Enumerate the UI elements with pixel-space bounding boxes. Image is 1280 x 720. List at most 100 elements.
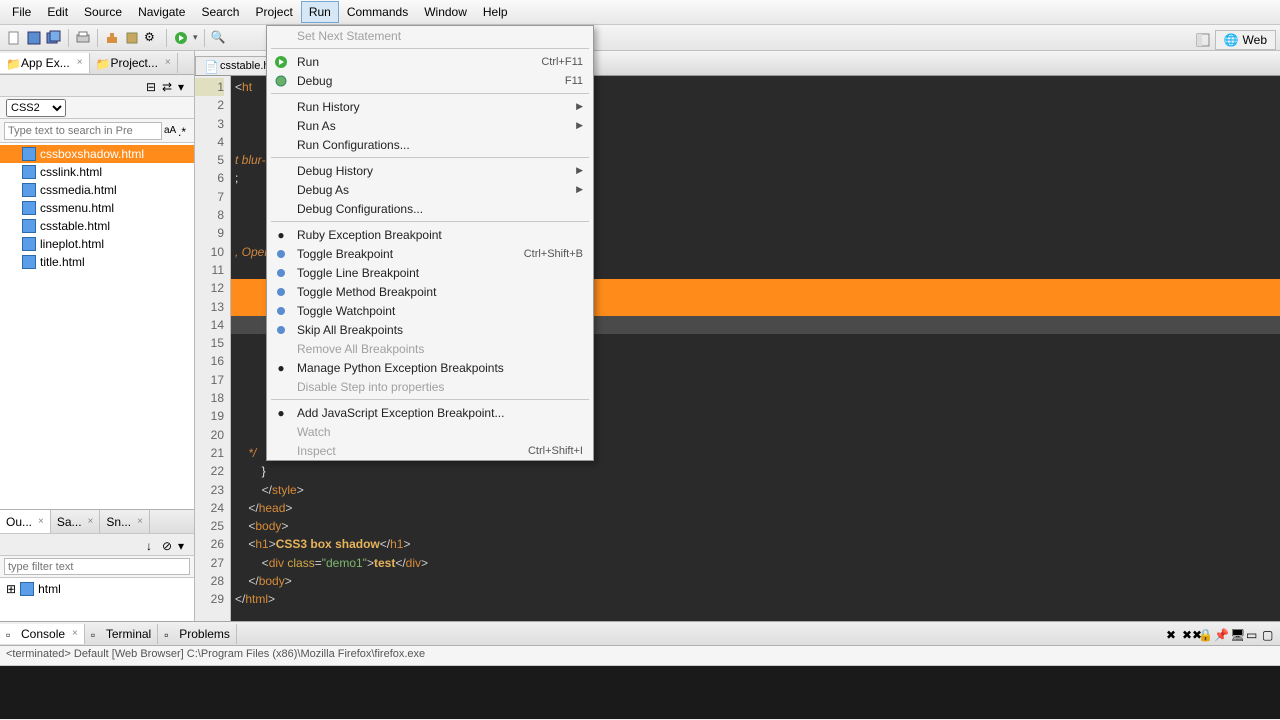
link-icon[interactable]: ⇄ (162, 80, 174, 92)
open-perspective-icon[interactable] (1195, 32, 1211, 48)
menu-project[interactable]: Project (247, 1, 300, 23)
aa-icon[interactable]: aA (164, 125, 176, 137)
blank-icon (273, 443, 289, 459)
file-item[interactable]: title.html (0, 253, 194, 271)
blank-icon (273, 424, 289, 440)
panel-tab-console[interactable]: ▫Console× (0, 624, 85, 644)
new-icon[interactable] (6, 30, 22, 46)
collapse-icon[interactable]: ⊟ (146, 80, 158, 92)
menu-commands[interactable]: Commands (339, 1, 416, 23)
save-icon[interactable] (26, 30, 42, 46)
menu-run[interactable]: Run (301, 1, 339, 23)
bp-icon (273, 246, 289, 262)
blank-icon (273, 379, 289, 395)
view-menu-icon[interactable]: ▾ (178, 539, 190, 551)
regex-icon[interactable]: .* (178, 125, 190, 137)
pin-icon[interactable]: 📌 (1214, 628, 1226, 640)
outline-node[interactable]: ⊞ html (6, 582, 188, 596)
display-icon[interactable]: 🖥 (1230, 628, 1242, 640)
menu-file[interactable]: File (4, 1, 39, 23)
file-item[interactable]: cssmenu.html (0, 199, 194, 217)
menu-item[interactable]: Toggle BreakpointCtrl+Shift+B (267, 244, 593, 263)
package-icon[interactable] (124, 30, 140, 46)
blank-icon (273, 137, 289, 153)
gear-icon[interactable]: ⚙ (144, 30, 160, 46)
dropdown-arrow-icon[interactable]: ▾ (193, 32, 198, 43)
bottom-view-tab[interactable]: Ou...× (0, 510, 51, 533)
menu-help[interactable]: Help (475, 1, 516, 23)
panel-tab-problems[interactable]: ▫Problems (158, 624, 237, 644)
blank-icon (273, 163, 289, 179)
menu-icon[interactable]: ▾ (178, 80, 190, 92)
bottom-view-tab[interactable]: Sa...× (51, 510, 101, 533)
menu-item[interactable]: ●Ruby Exception Breakpoint (267, 225, 593, 244)
css-version-select[interactable]: CSS2 (6, 99, 66, 117)
menu-item[interactable]: Debug As▶ (267, 180, 593, 199)
view-tab[interactable]: 📁App Ex...× (0, 53, 90, 73)
close-icon[interactable]: × (88, 516, 94, 527)
file-item[interactable]: cssboxshadow.html (0, 145, 194, 163)
hide-icon[interactable]: ⊘ (162, 539, 174, 551)
blank-icon (273, 28, 289, 44)
menu-navigate[interactable]: Navigate (130, 1, 193, 23)
file-item[interactable]: cssmedia.html (0, 181, 194, 199)
debug-icon (273, 73, 289, 89)
menu-item[interactable]: ●Manage Python Exception Breakpoints (267, 358, 593, 377)
explorer-tabs: 📁App Ex...×📁Project...× (0, 51, 194, 75)
view-tab[interactable]: 📁Project...× (90, 53, 178, 73)
console-output[interactable] (0, 666, 1280, 719)
js-icon: ● (273, 405, 289, 421)
lock-icon[interactable]: 🔒 (1198, 628, 1210, 640)
menu-item[interactable]: Run As▶ (267, 116, 593, 135)
file-icon (22, 255, 36, 269)
menu-item[interactable]: DebugF11 (267, 71, 593, 90)
minimize-icon[interactable]: ▭ (1246, 628, 1258, 640)
file-icon (22, 201, 36, 215)
menu-window[interactable]: Window (416, 1, 475, 23)
blank-icon (273, 99, 289, 115)
outline-tree: ⊞ html (0, 577, 194, 621)
file-icon (22, 237, 36, 251)
panel-tab-terminal[interactable]: ▫Terminal (85, 624, 158, 644)
file-item[interactable]: csslink.html (0, 163, 194, 181)
outline-filter-input[interactable] (4, 558, 190, 575)
close-icon[interactable]: × (137, 516, 143, 527)
close-icon[interactable]: × (38, 516, 44, 527)
menu-source[interactable]: Source (76, 1, 130, 23)
build-icon[interactable] (104, 30, 120, 46)
menu-item[interactable]: Debug Configurations... (267, 199, 593, 218)
save-all-icon[interactable] (46, 30, 62, 46)
menu-item[interactable]: ●Add JavaScript Exception Breakpoint... (267, 403, 593, 422)
search-icon[interactable]: 🔍 (211, 30, 227, 46)
expand-icon[interactable]: ⊞ (6, 582, 16, 596)
tree-search-input[interactable] (4, 122, 162, 140)
close-icon[interactable]: × (165, 57, 171, 68)
remove-icon[interactable]: ✖ (1166, 628, 1178, 640)
sort-icon[interactable]: ↓ (146, 539, 158, 551)
menu-item: Set Next Statement (267, 26, 593, 45)
file-item[interactable]: csstable.html (0, 217, 194, 235)
menu-item[interactable]: Toggle Watchpoint (267, 301, 593, 320)
web-perspective-button[interactable]: 🌐 Web (1215, 30, 1276, 50)
remove-all-icon[interactable]: ✖✖ (1182, 628, 1194, 640)
html-icon (20, 582, 34, 596)
menu-item[interactable]: RunCtrl+F11 (267, 52, 593, 71)
maximize-icon[interactable]: ▢ (1262, 628, 1274, 640)
menu-item[interactable]: Run Configurations... (267, 135, 593, 154)
run-icon[interactable] (173, 30, 189, 46)
menu-item[interactable]: Debug History▶ (267, 161, 593, 180)
menu-search[interactable]: Search (193, 1, 247, 23)
print-icon[interactable] (75, 30, 91, 46)
menu-item[interactable]: Run History▶ (267, 97, 593, 116)
main-toolbar: ⚙ ▾ 🔍 (0, 25, 1280, 51)
line-gutter: 1234567891011121314151617181920212223242… (195, 76, 231, 621)
menu-item[interactable]: Skip All Breakpoints (267, 320, 593, 339)
menu-item[interactable]: Toggle Method Breakpoint (267, 282, 593, 301)
bottom-view-tab[interactable]: Sn...× (100, 510, 150, 533)
file-item[interactable]: lineplot.html (0, 235, 194, 253)
menu-edit[interactable]: Edit (39, 1, 76, 23)
close-icon[interactable]: × (72, 628, 78, 639)
close-icon[interactable]: × (77, 57, 83, 68)
menu-item[interactable]: Toggle Line Breakpoint (267, 263, 593, 282)
menu-item: Watch (267, 422, 593, 441)
